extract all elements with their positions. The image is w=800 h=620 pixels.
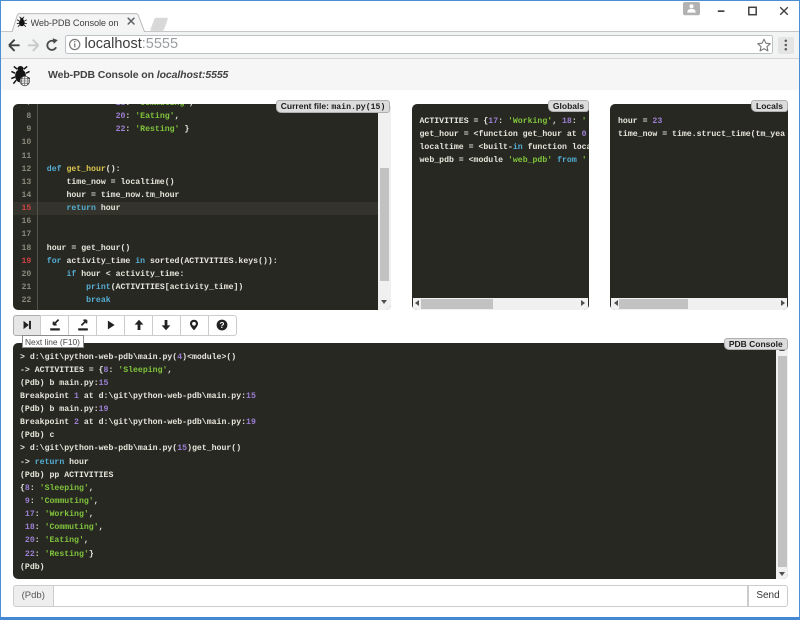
svg-text:?: ? [220,321,225,330]
